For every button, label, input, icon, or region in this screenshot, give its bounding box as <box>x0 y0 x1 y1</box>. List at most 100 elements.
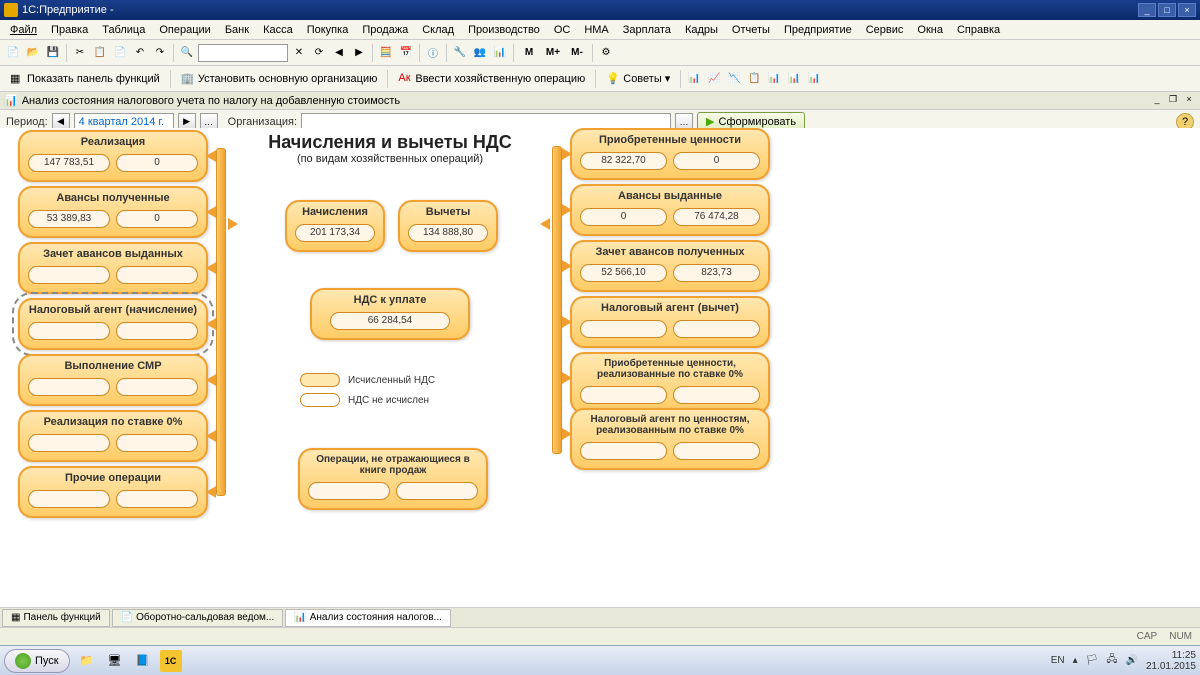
calendar-icon[interactable]: 📅 <box>397 44 415 62</box>
menu-table[interactable]: Таблица <box>96 22 151 38</box>
paste-icon[interactable]: 📄 <box>111 44 129 62</box>
menu-operations[interactable]: Операции <box>153 22 216 38</box>
tool1-icon[interactable]: 🔧 <box>451 44 469 62</box>
block-charges[interactable]: Начисления 201 173,34 <box>285 200 385 252</box>
block-right-3[interactable]: Налоговый агент (вычет) <box>570 296 770 348</box>
find-icon[interactable]: 🔍 <box>178 44 196 62</box>
lang-indicator[interactable]: EN <box>1051 655 1065 666</box>
menu-file[interactable]: Файл <box>4 22 43 38</box>
enter-op-button[interactable]: АкВвести хозяйственную операцию <box>392 70 591 88</box>
tab-panel[interactable]: ▦Панель функций <box>2 609 110 627</box>
open-icon[interactable]: 📂 <box>24 44 42 62</box>
taskbar-app1-icon[interactable]: 🖥 <box>104 650 126 672</box>
report6-icon[interactable]: 📊 <box>785 70 803 88</box>
forward-icon[interactable]: ▶ <box>350 44 368 62</box>
taskbar-app2-icon[interactable]: 📘 <box>132 650 154 672</box>
app-title: 1С:Предприятие - <box>22 4 114 16</box>
tool2-icon[interactable]: 👥 <box>471 44 489 62</box>
save-icon[interactable]: 💾 <box>44 44 62 62</box>
report2-icon[interactable]: 📈 <box>705 70 723 88</box>
tips-button[interactable]: 💡Советы ▾ <box>600 70 676 88</box>
block-left-3[interactable]: Налоговый агент (начисление) <box>18 298 208 350</box>
set-org-button[interactable]: 🏢Установить основную организацию <box>175 70 384 88</box>
block-right-0[interactable]: Приобретенные ценности 82 322,700 <box>570 128 770 180</box>
menu-enterprise[interactable]: Предприятие <box>778 22 858 38</box>
menu-cash[interactable]: Касса <box>257 22 299 38</box>
block-left-0[interactable]: Реализация 147 783,510 <box>18 130 208 182</box>
arrow-icon <box>562 204 572 216</box>
start-button[interactable]: Пуск <box>4 649 70 673</box>
menu-edit[interactable]: Правка <box>45 22 94 38</box>
block-left-5[interactable]: Реализация по ставке 0% <box>18 410 208 462</box>
menu-purchase[interactable]: Покупка <box>301 22 355 38</box>
panel-icon: ▦ <box>11 612 20 623</box>
block-right-5[interactable]: Налоговый агент по ценностям, реализован… <box>570 408 770 470</box>
maximize-button[interactable]: □ <box>1158 3 1176 17</box>
menu-windows[interactable]: Окна <box>911 22 949 38</box>
arrow-icon <box>228 218 238 230</box>
network-icon[interactable]: 🖧 <box>1106 652 1117 669</box>
menu-warehouse[interactable]: Склад <box>416 22 460 38</box>
doc-restore-button[interactable]: ❐ <box>1166 94 1180 108</box>
block-left-2[interactable]: Зачет авансов выданных <box>18 242 208 294</box>
report3-icon[interactable]: 📉 <box>725 70 743 88</box>
block-right-4[interactable]: Приобретенные ценности, реализованные по… <box>570 352 770 414</box>
redo-icon[interactable]: ↷ <box>151 44 169 62</box>
m-plus-button[interactable]: M+ <box>542 44 564 62</box>
menu-reports[interactable]: Отчеты <box>726 22 776 38</box>
block-left-1[interactable]: Авансы полученные 53 389,830 <box>18 186 208 238</box>
tray-icon[interactable]: ▴ <box>1073 655 1078 666</box>
back-icon[interactable]: ◀ <box>330 44 348 62</box>
menu-hr[interactable]: Кадры <box>679 22 724 38</box>
report5-icon[interactable]: 📊 <box>765 70 783 88</box>
doc-minimize-button[interactable]: _ <box>1150 94 1164 108</box>
menu-salary[interactable]: Зарплата <box>617 22 677 38</box>
copy-icon[interactable]: 📋 <box>91 44 109 62</box>
menu-service[interactable]: Сервис <box>860 22 910 38</box>
cut-icon[interactable]: ✂ <box>71 44 89 62</box>
menu-nma[interactable]: НМА <box>578 22 614 38</box>
clock-time[interactable]: 11:25 <box>1146 650 1196 661</box>
menu-production[interactable]: Производство <box>462 22 546 38</box>
refresh-icon[interactable]: ⟳ <box>310 44 328 62</box>
main-menu: Файл Правка Таблица Операции Банк Касса … <box>0 20 1200 40</box>
block-right-2[interactable]: Зачет авансов полученных 52 566,10823,73 <box>570 240 770 292</box>
report-canvas: Начисления и вычеты НДС (по видам хозяйс… <box>0 128 1200 637</box>
block-right-1[interactable]: Авансы выданные 076 474,28 <box>570 184 770 236</box>
doc-close-button[interactable]: × <box>1182 94 1196 108</box>
block-left-4[interactable]: Выполнение СМР <box>18 354 208 406</box>
arrow-icon <box>562 428 572 440</box>
sound-icon[interactable]: 🔊 <box>1125 655 1137 666</box>
new-icon[interactable]: 📄 <box>4 44 22 62</box>
tab-vat-analysis[interactable]: 📊Анализ состояния налогов... <box>285 609 451 627</box>
taskbar-explorer-icon[interactable]: 📁 <box>76 650 98 672</box>
window-titlebar: 1С:Предприятие - _ □ × <box>0 0 1200 20</box>
undo-icon[interactable]: ↶ <box>131 44 149 62</box>
block-left-6[interactable]: Прочие операции <box>18 466 208 518</box>
menu-os[interactable]: ОС <box>548 22 577 38</box>
block-payable[interactable]: НДС к уплате 66 284,54 <box>310 288 470 340</box>
m-minus-button[interactable]: M- <box>566 44 588 62</box>
report4-icon[interactable]: 📋 <box>745 70 763 88</box>
close-button[interactable]: × <box>1178 3 1196 17</box>
tab-balance[interactable]: 📄Оборотно-сальдовая ведом... <box>112 609 284 627</box>
menu-bank[interactable]: Банк <box>219 22 255 38</box>
show-panel-button[interactable]: ▦Показать панель функций <box>4 70 166 88</box>
flag-icon[interactable]: 🏳 <box>1086 655 1099 666</box>
menu-sale[interactable]: Продажа <box>356 22 414 38</box>
report1-icon[interactable]: 📊 <box>685 70 703 88</box>
settings-icon[interactable]: ⚙ <box>597 44 615 62</box>
report7-icon[interactable]: 📊 <box>805 70 823 88</box>
calc-icon[interactable]: 🧮 <box>377 44 395 62</box>
taskbar-1c-icon[interactable]: 1C <box>160 650 182 672</box>
clear-icon[interactable]: ✕ <box>290 44 308 62</box>
menu-help[interactable]: Справка <box>951 22 1006 38</box>
clock-date[interactable]: 21.01.2015 <box>1146 661 1196 672</box>
m-button[interactable]: M <box>518 44 540 62</box>
info-icon[interactable]: ⓘ <box>424 44 442 62</box>
tool3-icon[interactable]: 📊 <box>491 44 509 62</box>
block-deductions[interactable]: Вычеты 134 888,80 <box>398 200 498 252</box>
minimize-button[interactable]: _ <box>1138 3 1156 17</box>
search-combo[interactable] <box>198 44 288 62</box>
block-not-in-book[interactable]: Операции, не отражающиеся в книге продаж <box>298 448 488 510</box>
